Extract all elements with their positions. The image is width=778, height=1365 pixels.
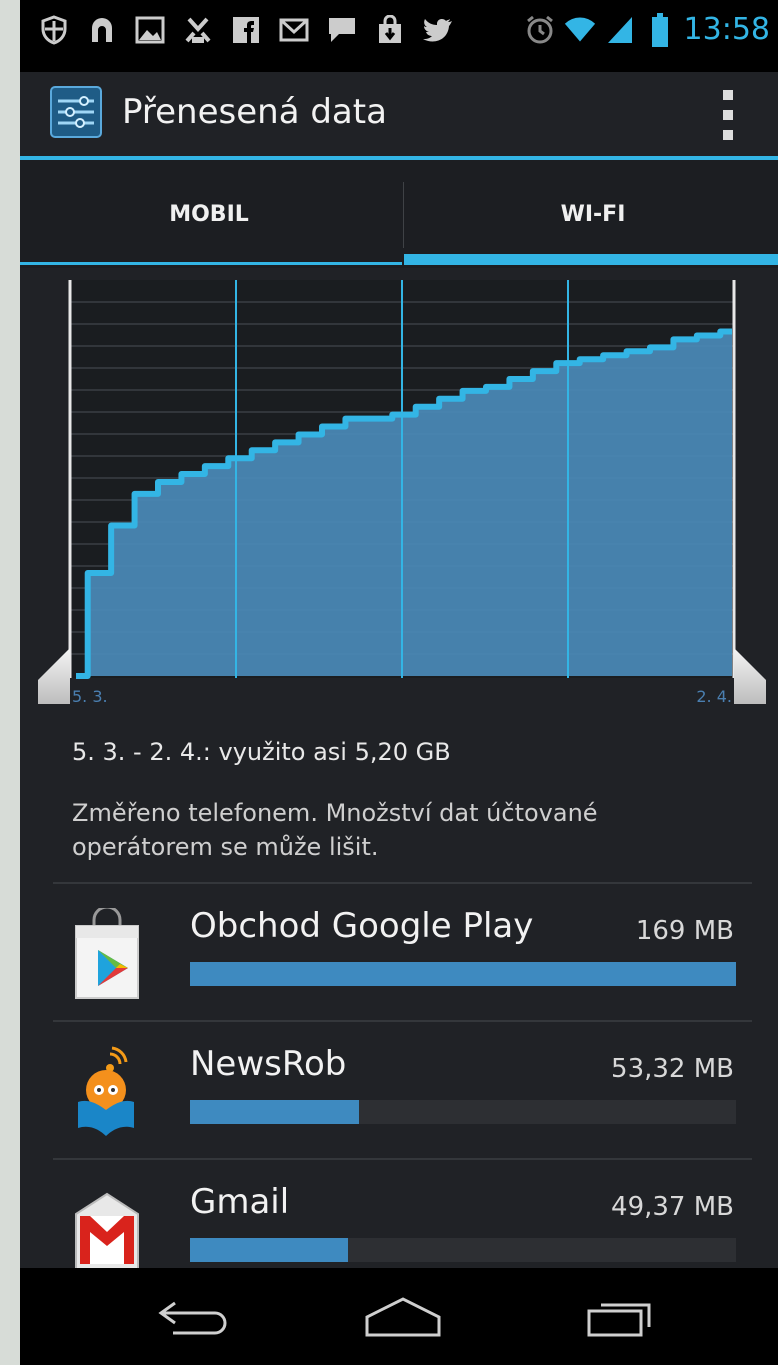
home-icon[interactable]	[358, 1292, 448, 1342]
battery-icon	[644, 12, 676, 47]
tasks-icon	[182, 14, 214, 46]
divider	[53, 882, 752, 884]
chart-end-label: 2. 4.	[696, 687, 732, 706]
usage-bar-track	[190, 962, 736, 986]
usage-bar-track	[190, 1238, 736, 1262]
status-bar: 13:58	[20, 0, 778, 72]
list-item-newsrob[interactable]: NewsRob 53,32 MB	[20, 1034, 778, 1170]
app-data-size: 53,32 MB	[611, 1054, 734, 1084]
action-bar: Přenesená data	[20, 72, 778, 160]
overflow-menu-icon[interactable]	[720, 90, 736, 140]
phone-screen: 13:58 Přenesená data MOBIL WI-FI 5. 3. 2…	[20, 0, 778, 1365]
chart-start-label: 5. 3.	[72, 687, 108, 706]
google-play-icon	[72, 905, 142, 999]
navigation-bar	[20, 1268, 778, 1365]
recents-icon[interactable]	[574, 1292, 664, 1342]
usage-bar	[190, 1100, 360, 1124]
tab-mobil[interactable]: MOBIL	[20, 160, 398, 268]
usage-bar	[190, 962, 736, 986]
signal-icon	[604, 14, 636, 46]
app-name: NewsRob	[190, 1044, 347, 1084]
usage-summary: 5. 3. - 2. 4.: využito asi 5,20 GB	[72, 738, 451, 766]
divider	[53, 1158, 752, 1160]
gallery-icon	[134, 14, 166, 46]
sweep-end-handle[interactable]	[734, 648, 766, 704]
tab-wifi[interactable]: WI-FI	[404, 160, 778, 268]
tab-indicator-inactive	[20, 262, 402, 265]
divider	[53, 1020, 752, 1022]
usage-bar	[190, 1238, 349, 1262]
sweep-start-handle[interactable]	[38, 648, 70, 704]
app-name: Gmail	[190, 1182, 290, 1222]
measurement-notice: Změřeno telefonem. Množství dat účtované…	[72, 799, 598, 861]
list-item-google-play[interactable]: Obchod Google Play 169 MB	[20, 896, 778, 1032]
back-icon[interactable]	[144, 1292, 234, 1342]
settings-icon[interactable]	[50, 86, 102, 138]
gmail-icon	[278, 14, 310, 46]
app-data-size: 49,37 MB	[611, 1192, 734, 1222]
wifi-icon	[564, 14, 596, 46]
gmail-icon	[72, 1184, 142, 1281]
clock: 13:58	[683, 12, 770, 47]
shield-icon	[38, 14, 70, 46]
alarm-icon	[524, 14, 556, 46]
facebook-icon	[230, 14, 262, 46]
newsrob-icon	[72, 1046, 142, 1136]
page-title: Přenesená data	[122, 92, 387, 132]
tab-bar: MOBIL WI-FI	[20, 160, 778, 268]
unknown-app-icon	[86, 14, 118, 46]
app-data-size: 169 MB	[635, 916, 734, 946]
chat-icon	[326, 14, 358, 46]
shopping-bag-icon	[374, 14, 406, 46]
app-name: Obchod Google Play	[190, 906, 534, 946]
usage-bar-track	[190, 1100, 736, 1124]
tab-indicator-active	[404, 254, 778, 265]
twitter-icon	[422, 14, 454, 46]
usage-chart: 5. 3. 2. 4.	[20, 270, 778, 720]
